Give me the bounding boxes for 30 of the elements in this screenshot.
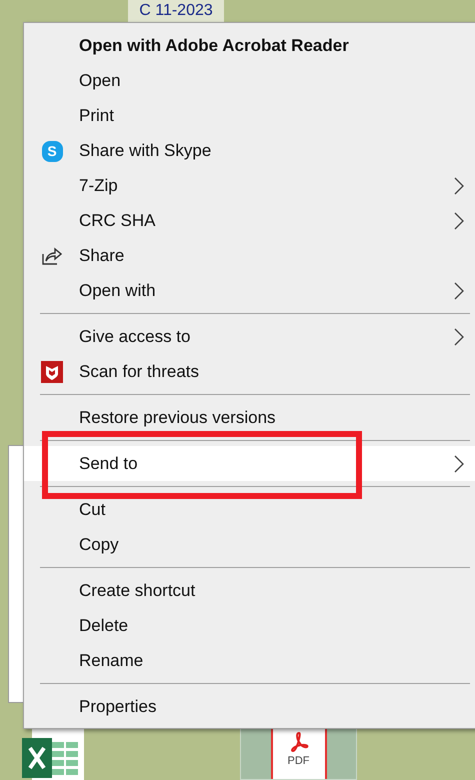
menu-item[interactable]: Give access to <box>24 319 475 354</box>
menu-item[interactable]: CRC SHA <box>24 203 475 238</box>
menu-item[interactable]: Create shortcut <box>24 573 475 608</box>
menu-item[interactable]: Rename <box>24 643 475 678</box>
file-label: C 11-2023 <box>128 0 224 22</box>
menu-item[interactable]: Copy <box>24 527 475 562</box>
skype-icon: S <box>42 140 62 162</box>
shield-icon <box>41 361 63 383</box>
chevron-right-icon <box>454 455 464 473</box>
menu-item[interactable]: 7-Zip <box>24 168 475 203</box>
menu-item[interactable]: Open with Adobe Acrobat Reader <box>24 28 475 63</box>
menu-item[interactable]: S Share with Skype <box>24 133 475 168</box>
chevron-right-icon <box>454 212 464 230</box>
menu-item[interactable]: Cut <box>24 492 475 527</box>
file-type-label: PDF <box>288 754 310 769</box>
selected-file-tile[interactable]: PDF <box>240 728 357 780</box>
spreadsheet-file-icon <box>22 728 84 780</box>
chevron-right-icon <box>454 177 464 195</box>
share-icon <box>42 247 62 265</box>
menu-item[interactable]: Delete <box>24 608 475 643</box>
chevron-right-icon <box>454 328 464 346</box>
menu-item[interactable]: Open <box>24 63 475 98</box>
menu-item[interactable]: Send to <box>24 446 475 481</box>
menu-item[interactable]: Scan for threats <box>24 354 475 389</box>
menu-item[interactable]: Share <box>24 238 475 273</box>
menu-item[interactable]: Open with <box>24 273 475 308</box>
menu-item[interactable]: Properties <box>24 689 475 724</box>
menu-item[interactable]: Print <box>24 98 475 133</box>
chevron-right-icon <box>454 282 464 300</box>
menu-item[interactable]: Restore previous versions <box>24 400 475 435</box>
